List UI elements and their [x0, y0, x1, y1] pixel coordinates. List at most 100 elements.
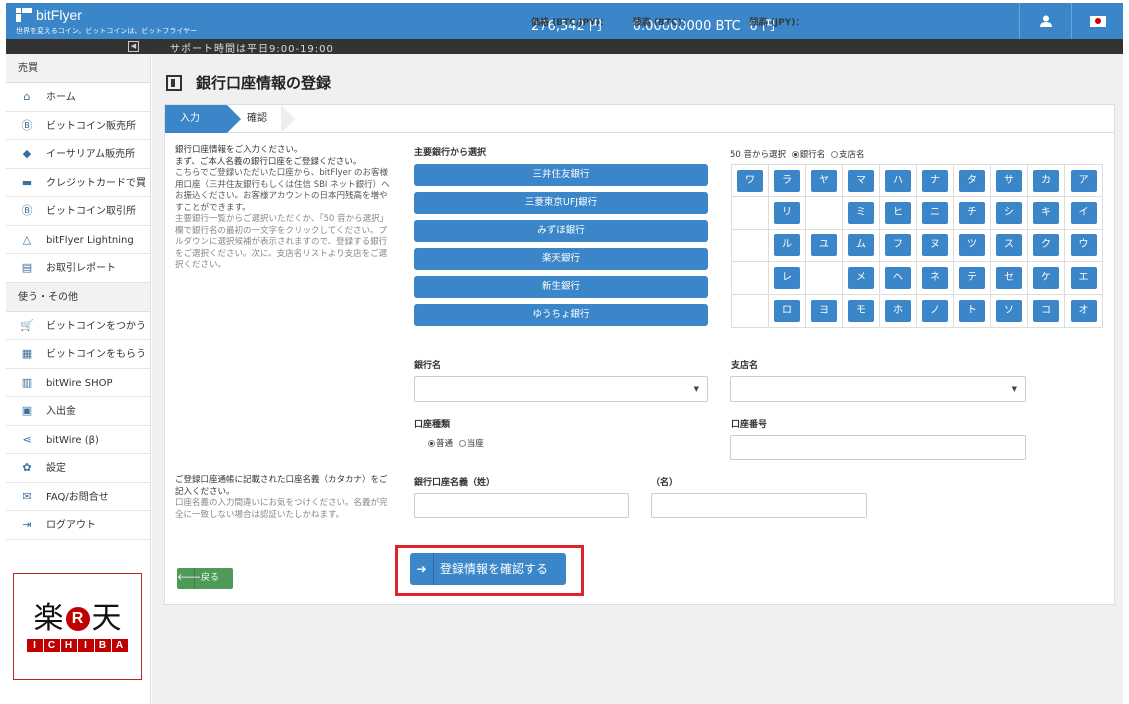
kana-button[interactable]: ミ	[848, 202, 874, 225]
major-bank-button[interactable]: ゆうちょ銀行	[414, 304, 708, 326]
kana-button[interactable]: ク	[1033, 234, 1059, 257]
major-bank-button[interactable]: 三井住友銀行	[414, 164, 708, 186]
kana-cell: ナ	[917, 165, 954, 198]
sidebar-item[interactable]: ▣ 入出金	[6, 397, 150, 426]
kana-button[interactable]: イ	[1070, 202, 1097, 225]
major-bank-button[interactable]: 新生銀行	[414, 276, 708, 298]
bitflyer-logo[interactable]: bitFlyer	[16, 7, 82, 23]
sidebar-item[interactable]: ⌂ ホーム	[6, 83, 150, 112]
kana-button[interactable]: コ	[1033, 299, 1059, 322]
kana-button[interactable]: テ	[959, 266, 985, 289]
kana-button[interactable]: ワ	[737, 169, 763, 192]
sidebar-item[interactable]: ▬ クレジットカードで買	[6, 169, 150, 197]
sidebar-item[interactable]: Ⓑ ビットコイン販売所	[6, 112, 150, 140]
kana-button[interactable]: ム	[848, 234, 874, 257]
holder-description: ご登録口座通帳に記載された口座名義（カタカナ）をご記入ください。 口座名義の入力…	[175, 475, 390, 521]
kana-button[interactable]: ヤ	[811, 169, 837, 192]
kana-button[interactable]: ハ	[885, 169, 911, 192]
sidebar-item-label: イーサリアム販売所	[46, 149, 136, 160]
back-button[interactable]: 🡐戻る	[177, 568, 233, 589]
kana-cell: ウ	[1065, 230, 1102, 263]
sidebar-item[interactable]: ✉ FAQ/お問合せ	[6, 483, 150, 511]
kana-grid: ワラヤマハナタサカアリ ミヒニチシキイルユムフヌツスクウレ メヘネテセケエロヨモホノ…	[731, 164, 1103, 328]
kana-button[interactable]: ル	[774, 234, 800, 257]
language-button[interactable]	[1071, 3, 1123, 39]
holder-first-name-input[interactable]	[651, 493, 867, 518]
holder-last-name-input[interactable]	[414, 493, 629, 518]
kana-button[interactable]: ト	[959, 299, 985, 322]
kana-button[interactable]: ホ	[885, 299, 911, 322]
sidebar-item[interactable]: △ bitFlyer Lightning	[6, 226, 150, 254]
kana-branch-radio[interactable]	[830, 151, 838, 158]
kana-cell: マ	[843, 165, 880, 198]
holder-desc-bold: ご登録口座通帳に記載された口座名義（カタカナ）をご記入ください。	[175, 475, 388, 497]
bank-card-icon	[166, 74, 182, 91]
sidebar-item[interactable]: ⇥ ログアウト	[6, 511, 150, 540]
kana-button[interactable]: ニ	[922, 202, 948, 225]
account-number-input[interactable]	[730, 435, 1026, 460]
kana-button[interactable]: ウ	[1070, 234, 1097, 257]
kana-button[interactable]: ス	[996, 234, 1022, 257]
kana-button[interactable]: ナ	[922, 169, 948, 192]
kana-button[interactable]: キ	[1033, 202, 1059, 225]
sidebar-item[interactable]: ▤ お取引レポート	[6, 254, 150, 283]
kana-button[interactable]: ヘ	[885, 266, 911, 289]
kana-button[interactable]: フ	[885, 234, 911, 257]
kana-cell: コ	[1028, 294, 1065, 327]
account-type-current-radio[interactable]	[458, 440, 466, 447]
sidebar-item[interactable]: ▥ bitWire SHOP	[6, 369, 150, 397]
kana-button[interactable]: サ	[996, 169, 1022, 192]
kana-button[interactable]: ヌ	[922, 234, 948, 257]
user-menu-button[interactable]	[1019, 3, 1071, 39]
kana-cell: ト	[954, 294, 991, 327]
kana-button[interactable]: ヒ	[885, 202, 911, 225]
kana-button[interactable]: タ	[959, 169, 985, 192]
holder-first-name-label: （名）	[651, 478, 679, 488]
kana-bank-radio[interactable]	[791, 151, 799, 158]
kana-button[interactable]: ツ	[959, 234, 985, 257]
kana-button[interactable]: ラ	[774, 169, 800, 192]
kana-cell: キ	[1028, 197, 1065, 230]
kana-button[interactable]: ロ	[774, 299, 800, 322]
kana-button[interactable]: オ	[1070, 299, 1097, 322]
kana-button[interactable]: セ	[996, 266, 1022, 289]
sidebar-item[interactable]: ✿ 設定	[6, 454, 150, 483]
major-bank-button[interactable]: みずほ銀行	[414, 220, 708, 242]
kana-button[interactable]: チ	[959, 202, 985, 225]
kana-button[interactable]: ケ	[1033, 266, 1059, 289]
kana-button[interactable]: エ	[1070, 266, 1097, 289]
kana-button[interactable]: ヨ	[811, 299, 837, 322]
sidebar-item[interactable]: ⋖ bitWire (β)	[6, 426, 150, 454]
kana-button[interactable]: モ	[848, 299, 874, 322]
chevron-down-icon: ▼	[693, 385, 699, 393]
kana-cell: カ	[1028, 165, 1065, 198]
sidebar-item-label: FAQ/お問合せ	[46, 491, 109, 503]
kana-button[interactable]: ノ	[922, 299, 948, 322]
home-icon: ⌂	[23, 90, 31, 103]
branch-name-select[interactable]: ▼	[730, 376, 1026, 402]
sidebar-item[interactable]: ◆ イーサリアム販売所	[6, 140, 150, 169]
kana-cell: ノ	[917, 294, 954, 327]
major-bank-button[interactable]: 楽天銀行	[414, 248, 708, 270]
kana-button[interactable]: ア	[1070, 169, 1097, 192]
kana-button[interactable]: レ	[774, 266, 800, 289]
bitflyer-logo-icon	[16, 8, 32, 22]
rakuten-ichiba-banner[interactable]: 楽R天 ICHIBA	[13, 573, 142, 680]
sidebar-item[interactable]: ▦ ビットコインをもらう	[6, 340, 150, 369]
sidebar-collapse-icon[interactable]: ◀	[128, 41, 139, 52]
major-bank-button[interactable]: 三菱東京UFJ銀行	[414, 192, 708, 214]
bank-name-select[interactable]: ▼	[414, 376, 708, 402]
kana-button[interactable]: ユ	[811, 234, 837, 257]
account-type-ordinary-radio[interactable]	[428, 440, 435, 447]
kana-button[interactable]: カ	[1033, 169, 1059, 192]
confirm-registration-button[interactable]: ➔ 登録情報を確認する	[410, 553, 566, 585]
kana-button[interactable]: シ	[996, 202, 1022, 225]
kana-button[interactable]: ソ	[996, 299, 1022, 322]
sidebar-item[interactable]: 🛒 ビットコインをつかう	[6, 312, 150, 340]
sidebar-item-label: 入出金	[46, 406, 76, 417]
kana-button[interactable]: メ	[848, 266, 874, 289]
kana-button[interactable]: リ	[774, 202, 800, 225]
kana-button[interactable]: マ	[848, 169, 874, 192]
kana-button[interactable]: ネ	[922, 266, 948, 289]
sidebar-item[interactable]: Ⓑ ビットコイン取引所	[6, 197, 150, 226]
